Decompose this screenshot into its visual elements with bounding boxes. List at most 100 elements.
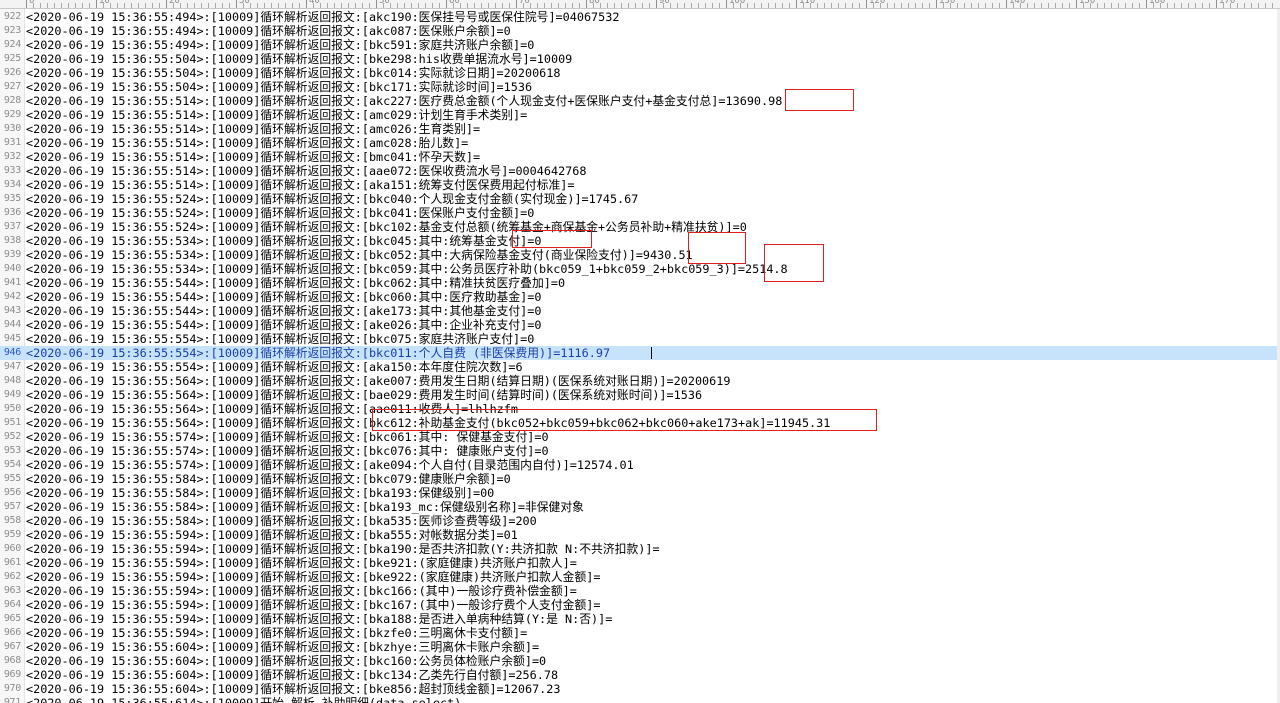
line-text[interactable]: <2020-06-19 15:36:55:594>:[10009]循环解析返回报… [26, 528, 518, 542]
editor-line[interactable]: 924 <2020-06-19 15:36:55:494>:[10009]循环解析… [0, 38, 1280, 52]
line-text[interactable]: <2020-06-19 15:36:55:594>:[10009]循环解析返回报… [26, 542, 660, 556]
editor-line[interactable]: 949 <2020-06-19 15:36:55:564>:[10009]循环解析… [0, 388, 1280, 402]
line-text[interactable]: <2020-06-19 15:36:55:574>:[10009]循环解析返回报… [26, 430, 549, 444]
editor-line[interactable]: 930 <2020-06-19 15:36:55:514>:[10009]循环解析… [0, 122, 1280, 136]
line-text[interactable]: <2020-06-19 15:36:55:594>:[10009]循环解析返回报… [26, 584, 577, 598]
editor-line[interactable]: 926 <2020-06-19 15:36:55:504>:[10009]循环解析… [0, 66, 1280, 80]
line-text[interactable]: <2020-06-19 15:36:55:514>:[10009]循环解析返回报… [26, 164, 586, 178]
editor-line[interactable]: 932 <2020-06-19 15:36:55:514>:[10009]循环解析… [0, 150, 1280, 164]
line-text[interactable]: <2020-06-19 15:36:55:544>:[10009]循环解析返回报… [26, 318, 541, 332]
line-text[interactable]: <2020-06-19 15:36:55:604>:[10009]循环解析返回报… [26, 654, 546, 668]
line-text[interactable]: <2020-06-19 15:36:55:494>:[10009]循环解析返回报… [26, 10, 619, 24]
line-text[interactable]: <2020-06-19 15:36:55:594>:[10009]循环解析返回报… [26, 598, 600, 612]
editor-line[interactable]: 925 <2020-06-19 15:36:55:504>:[10009]循环解析… [0, 52, 1280, 66]
line-text[interactable]: <2020-06-19 15:36:55:594>:[10009]循环解析返回报… [26, 570, 600, 584]
editor-line[interactable]: 971 <2020-06-19 15:36:55:614>:[10009]开始 解… [0, 696, 1280, 703]
editor-line[interactable]: 945 <2020-06-19 15:36:55:554>:[10009]循环解析… [0, 332, 1280, 346]
editor-line[interactable]: 950 <2020-06-19 15:36:55:564>:[10009]循环解析… [0, 402, 1280, 416]
editor-line[interactable]: 936 <2020-06-19 15:36:55:524>:[10009]循环解析… [0, 206, 1280, 220]
editor-line[interactable]: 942 <2020-06-19 15:36:55:544>:[10009]循环解析… [0, 290, 1280, 304]
editor-line[interactable]: 935 <2020-06-19 15:36:55:524>:[10009]循环解析… [0, 192, 1280, 206]
line-text[interactable]: <2020-06-19 15:36:55:514>:[10009]循环解析返回报… [26, 178, 574, 192]
line-text[interactable]: <2020-06-19 15:36:55:614>:[10009]开始 解析 补… [26, 696, 461, 703]
line-text[interactable]: <2020-06-19 15:36:55:514>:[10009]循环解析返回报… [26, 150, 480, 164]
text-editor[interactable]: 0 10 20 30 40 50 60 70 80 90 100 110 120 130 140 150 160… [0, 0, 1280, 703]
line-text[interactable]: <2020-06-19 15:36:55:524>:[10009]循环解析返回报… [26, 206, 534, 220]
editor-line[interactable]: 956 <2020-06-19 15:36:55:584>:[10009]循环解析… [0, 486, 1280, 500]
editor-line[interactable]: 953 <2020-06-19 15:36:55:574>:[10009]循环解析… [0, 444, 1280, 458]
editor-line[interactable]: 967 <2020-06-19 15:36:55:604>:[10009]循环解析… [0, 640, 1280, 654]
line-text[interactable]: <2020-06-19 15:36:55:504>:[10009]循环解析返回报… [26, 80, 532, 94]
line-text[interactable]: <2020-06-19 15:36:55:584>:[10009]循环解析返回报… [26, 514, 537, 528]
line-text[interactable]: <2020-06-19 15:36:55:504>:[10009]循环解析返回报… [26, 66, 560, 80]
editor-line[interactable]: 957 <2020-06-19 15:36:55:584>:[10009]循环解析… [0, 500, 1280, 514]
editor-line[interactable]: 962 <2020-06-19 15:36:55:594>:[10009]循环解析… [0, 570, 1280, 584]
line-text[interactable]: <2020-06-19 15:36:55:574>:[10009]循环解析返回报… [26, 444, 549, 458]
line-text[interactable]: <2020-06-19 15:36:55:514>:[10009]循环解析返回报… [26, 108, 527, 122]
editor-line[interactable]: 960 <2020-06-19 15:36:55:594>:[10009]循环解析… [0, 542, 1280, 556]
line-text[interactable]: <2020-06-19 15:36:55:604>:[10009]循环解析返回报… [26, 668, 558, 682]
editor-text-area[interactable]: 922 <2020-06-19 15:36:55:494>:[10009]循环解析… [0, 10, 1280, 703]
editor-line[interactable]: 938 <2020-06-19 15:36:55:534>:[10009]循环解析… [0, 234, 1280, 248]
line-text[interactable]: <2020-06-19 15:36:55:564>:[10009]循环解析返回报… [26, 388, 702, 402]
line-text[interactable]: <2020-06-19 15:36:55:594>:[10009]循环解析返回报… [26, 626, 527, 640]
line-text[interactable]: <2020-06-19 15:36:55:524>:[10009]循环解析返回报… [26, 192, 638, 206]
line-text[interactable]: <2020-06-19 15:36:55:494>:[10009]循环解析返回报… [26, 24, 511, 38]
editor-line[interactable]: 931 <2020-06-19 15:36:55:514>:[10009]循环解析… [0, 136, 1280, 150]
line-text[interactable]: <2020-06-19 15:36:55:564>:[10009]循环解析返回报… [26, 374, 730, 388]
editor-line[interactable]: 965 <2020-06-19 15:36:55:594>:[10009]循环解析… [0, 612, 1280, 626]
line-text[interactable]: <2020-06-19 15:36:55:494>:[10009]循环解析返回报… [26, 38, 534, 52]
line-text[interactable]: <2020-06-19 15:36:55:534>:[10009]循环解析返回报… [26, 234, 541, 248]
editor-line[interactable]: 944 <2020-06-19 15:36:55:544>:[10009]循环解析… [0, 318, 1280, 332]
editor-line[interactable]: 933 <2020-06-19 15:36:55:514>:[10009]循环解析… [0, 164, 1280, 178]
editor-line[interactable]: 959 <2020-06-19 15:36:55:594>:[10009]循环解析… [0, 528, 1280, 542]
line-text[interactable]: <2020-06-19 15:36:55:504>:[10009]循环解析返回报… [26, 52, 572, 66]
line-text[interactable]: <2020-06-19 15:36:55:514>:[10009]循环解析返回报… [26, 122, 480, 136]
line-text[interactable]: <2020-06-19 15:36:55:544>:[10009]循环解析返回报… [26, 276, 565, 290]
editor-line[interactable]: 963 <2020-06-19 15:36:55:594>:[10009]循环解析… [0, 584, 1280, 598]
editor-line[interactable]: 954 <2020-06-19 15:36:55:574>:[10009]循环解析… [0, 458, 1280, 472]
line-text[interactable]: <2020-06-19 15:36:55:514>:[10009]循环解析返回报… [26, 136, 468, 150]
editor-line[interactable]: 955 <2020-06-19 15:36:55:584>:[10009]循环解析… [0, 472, 1280, 486]
current-line[interactable]: 946 <2020-06-19 15:36:55:554>:[10009]循环解析… [0, 346, 1280, 360]
editor-line[interactable]: 958 <2020-06-19 15:36:55:584>:[10009]循环解析… [0, 514, 1280, 528]
line-text[interactable]: <2020-06-19 15:36:55:594>:[10009]循环解析返回报… [26, 612, 612, 626]
line-text[interactable]: <2020-06-19 15:36:55:564>:[10009]循环解析返回报… [26, 416, 830, 430]
editor-line[interactable]: 937 <2020-06-19 15:36:55:524>:[10009]循环解析… [0, 220, 1280, 234]
editor-line[interactable]: 929 <2020-06-19 15:36:55:514>:[10009]循环解析… [0, 108, 1280, 122]
editor-line[interactable]: 948 <2020-06-19 15:36:55:564>:[10009]循环解析… [0, 374, 1280, 388]
editor-line[interactable]: 927 <2020-06-19 15:36:55:504>:[10009]循环解析… [0, 80, 1280, 94]
line-text[interactable]: <2020-06-19 15:36:55:604>:[10009]循环解析返回报… [26, 640, 539, 654]
line-text[interactable]: <2020-06-19 15:36:55:554>:[10009]循环解析返回报… [26, 346, 610, 360]
line-text[interactable]: <2020-06-19 15:36:55:524>:[10009]循环解析返回报… [26, 220, 747, 234]
line-text[interactable]: <2020-06-19 15:36:55:584>:[10009]循环解析返回报… [26, 500, 584, 514]
editor-line[interactable]: 964 <2020-06-19 15:36:55:594>:[10009]循环解析… [0, 598, 1280, 612]
editor-line[interactable]: 922 <2020-06-19 15:36:55:494>:[10009]循环解析… [0, 10, 1280, 24]
line-text[interactable]: <2020-06-19 15:36:55:544>:[10009]循环解析返回报… [26, 290, 541, 304]
editor-line[interactable]: 968 <2020-06-19 15:36:55:604>:[10009]循环解析… [0, 654, 1280, 668]
line-text[interactable]: <2020-06-19 15:36:55:604>:[10009]循环解析返回报… [26, 682, 560, 696]
line-text[interactable]: <2020-06-19 15:36:55:544>:[10009]循环解析返回报… [26, 304, 541, 318]
editor-line[interactable]: 952 <2020-06-19 15:36:55:574>:[10009]循环解析… [0, 430, 1280, 444]
line-text[interactable]: <2020-06-19 15:36:55:584>:[10009]循环解析返回报… [26, 486, 494, 500]
line-text[interactable]: <2020-06-19 15:36:55:534>:[10009]循环解析返回报… [26, 248, 693, 262]
editor-line[interactable]: 961 <2020-06-19 15:36:55:594>:[10009]循环解析… [0, 556, 1280, 570]
editor-line[interactable]: 940 <2020-06-19 15:36:55:534>:[10009]循环解析… [0, 262, 1280, 276]
line-text[interactable]: <2020-06-19 15:36:55:584>:[10009]循环解析返回报… [26, 472, 511, 486]
line-text[interactable]: <2020-06-19 15:36:55:514>:[10009]循环解析返回报… [26, 94, 782, 108]
line-text[interactable]: <2020-06-19 15:36:55:554>:[10009]循环解析返回报… [26, 332, 534, 346]
editor-line[interactable]: 923 <2020-06-19 15:36:55:494>:[10009]循环解析… [0, 24, 1280, 38]
line-text[interactable]: <2020-06-19 15:36:55:574>:[10009]循环解析返回报… [26, 458, 634, 472]
line-text[interactable]: <2020-06-19 15:36:55:594>:[10009]循环解析返回报… [26, 556, 577, 570]
editor-line[interactable]: 947 <2020-06-19 15:36:55:554>:[10009]循环解析… [0, 360, 1280, 374]
editor-line[interactable]: 939 <2020-06-19 15:36:55:534>:[10009]循环解析… [0, 248, 1280, 262]
editor-line[interactable]: 934 <2020-06-19 15:36:55:514>:[10009]循环解析… [0, 178, 1280, 192]
line-text[interactable]: <2020-06-19 15:36:55:564>:[10009]循环解析返回报… [26, 402, 518, 416]
editor-line[interactable]: 928 <2020-06-19 15:36:55:514>:[10009]循环解析… [0, 94, 1280, 108]
line-text[interactable]: <2020-06-19 15:36:55:534>:[10009]循环解析返回报… [26, 262, 788, 276]
editor-line[interactable]: 969 <2020-06-19 15:36:55:604>:[10009]循环解析… [0, 668, 1280, 682]
editor-line[interactable]: 941 <2020-06-19 15:36:55:544>:[10009]循环解析… [0, 276, 1280, 290]
editor-line[interactable]: 970 <2020-06-19 15:36:55:604>:[10009]循环解析… [0, 682, 1280, 696]
editor-line[interactable]: 943 <2020-06-19 15:36:55:544>:[10009]循环解析… [0, 304, 1280, 318]
line-text[interactable]: <2020-06-19 15:36:55:554>:[10009]循环解析返回报… [26, 360, 523, 374]
